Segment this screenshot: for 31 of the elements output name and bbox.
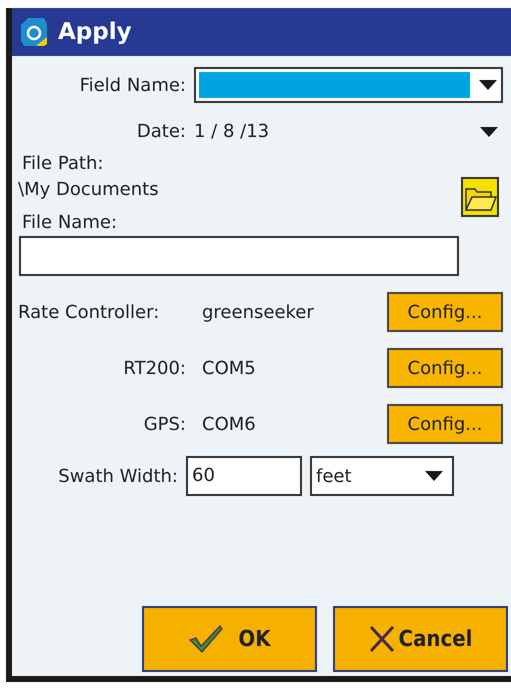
field-name-dropdown[interactable]	[194, 67, 503, 103]
file-path-label: File Path:	[22, 152, 104, 176]
rate-controller-label: Rate Controller:	[18, 300, 160, 325]
date-value[interactable]: 1 / 8 /13	[194, 118, 479, 145]
device-value: COM6	[202, 412, 257, 437]
file-name-input[interactable]	[19, 236, 459, 276]
unit-value: feet	[316, 464, 353, 489]
config-button[interactable]: Config...	[387, 348, 503, 388]
config-button[interactable]: Config...	[387, 404, 503, 444]
close-icon	[368, 625, 395, 653]
caret-icon[interactable]	[479, 126, 499, 138]
date-label: Date:	[136, 120, 186, 144]
field-label: Field Name:	[78, 74, 186, 98]
app-logo-icon	[20, 17, 48, 47]
swath-width-input[interactable]: 60	[186, 456, 302, 496]
caret-icon	[478, 79, 498, 91]
ok-button[interactable]: OK	[142, 606, 317, 672]
file-path-value: \My Documents	[18, 178, 160, 202]
swath-width-label: Swath Width:	[57, 464, 178, 489]
config-button[interactable]: Config...	[387, 292, 503, 332]
check-icon	[188, 624, 224, 654]
folder-icon[interactable]	[461, 177, 499, 218]
device-label: RT200:	[122, 356, 186, 381]
file-name-label: File Name:	[22, 211, 118, 236]
device-label: GPS:	[142, 412, 186, 437]
device-value: COM5	[202, 356, 257, 381]
unit-dropdown[interactable]: feet	[310, 456, 454, 496]
device-value: greenseeker	[202, 300, 315, 325]
cancel-button[interactable]: Cancel	[333, 606, 508, 672]
caret-icon	[424, 470, 444, 482]
window-title: Apply	[58, 18, 132, 47]
